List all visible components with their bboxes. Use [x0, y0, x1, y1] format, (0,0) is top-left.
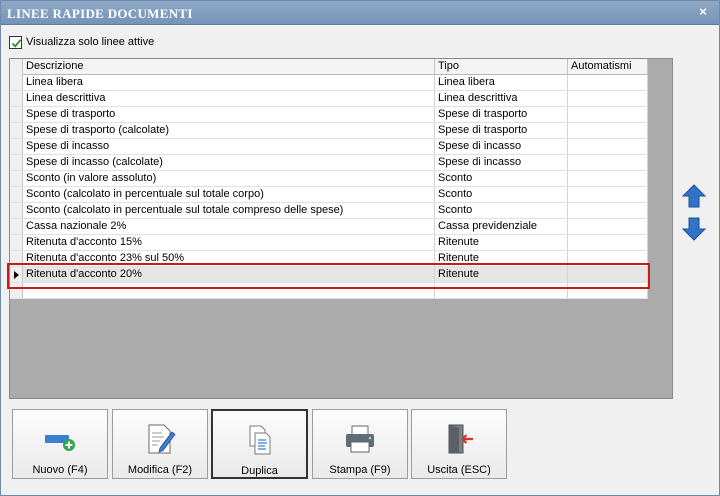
- grid-header: Descrizione Tipo Automatismi: [10, 59, 648, 75]
- active-lines-checkbox[interactable]: [9, 35, 22, 49]
- cell-tipo[interactable]: Sconto: [435, 203, 568, 218]
- print-button-label: Stampa (F9): [329, 464, 391, 476]
- window-title: LINEE RAPIDE DOCUMENTI: [7, 6, 193, 21]
- cell-automatismi[interactable]: [568, 203, 648, 218]
- row-indicator[interactable]: [10, 139, 23, 154]
- cell-tipo[interactable]: Sconto: [435, 171, 568, 186]
- active-lines-label: Visualizza solo linee attive: [26, 36, 155, 48]
- cell-automatismi[interactable]: [568, 187, 648, 202]
- move-up-button[interactable]: [681, 183, 707, 209]
- table-row[interactable]: Spese di incasso (calcolate) Spese di inc…: [10, 155, 648, 171]
- cell-descrizione[interactable]: Spese di incasso (calcolate): [23, 155, 435, 170]
- duplicate-button-label: Duplica: [241, 465, 278, 477]
- move-down-button[interactable]: [681, 216, 707, 242]
- cell-tipo[interactable]: Cassa previdenziale: [435, 219, 568, 234]
- row-indicator[interactable]: [10, 171, 23, 186]
- row-indicator[interactable]: [10, 123, 23, 138]
- new-line-icon: [45, 435, 75, 451]
- row-indicator[interactable]: [10, 187, 23, 202]
- arrow-up-icon: [681, 184, 707, 208]
- close-button[interactable]: ×: [695, 4, 711, 20]
- cell-descrizione[interactable]: Spese di incasso: [23, 139, 435, 154]
- active-lines-filter[interactable]: Visualizza solo linee attive: [9, 35, 154, 49]
- table-row[interactable]: Sconto (in valore assoluto) Sconto: [10, 171, 648, 187]
- column-header-descrizione[interactable]: Descrizione: [23, 59, 435, 75]
- selected-row-highlight: [7, 263, 650, 289]
- column-header-tipo[interactable]: Tipo: [435, 59, 568, 75]
- header-indicator: [10, 59, 23, 75]
- cell-descrizione[interactable]: Sconto (calcolato in percentuale sul tot…: [23, 203, 435, 218]
- cell-tipo[interactable]: Ritenute: [435, 235, 568, 250]
- duplicate-icon: [249, 425, 270, 455]
- cell-tipo[interactable]: Spese di trasporto: [435, 107, 568, 122]
- arrow-down-icon: [681, 217, 707, 241]
- cell-automatismi[interactable]: [568, 219, 648, 234]
- row-indicator[interactable]: [10, 203, 23, 218]
- cell-automatismi[interactable]: [568, 91, 648, 106]
- cell-descrizione[interactable]: Spese di trasporto: [23, 107, 435, 122]
- cell-descrizione[interactable]: Sconto (calcolato in percentuale sul tot…: [23, 187, 435, 202]
- table-row[interactable]: Spese di trasporto (calcolate) Spese di t…: [10, 123, 648, 139]
- duplicate-button[interactable]: Duplica: [211, 409, 308, 479]
- table-row[interactable]: Cassa nazionale 2% Cassa previdenziale: [10, 219, 648, 235]
- table-row[interactable]: Spese di incasso Spese di incasso: [10, 139, 648, 155]
- cell-descrizione[interactable]: Sconto (in valore assoluto): [23, 171, 435, 186]
- cell-descrizione[interactable]: Linea libera: [23, 75, 435, 90]
- row-indicator[interactable]: [10, 219, 23, 234]
- cell-tipo[interactable]: Spese di incasso: [435, 139, 568, 154]
- table-row[interactable]: Linea descrittiva Linea descrittiva: [10, 91, 648, 107]
- print-button[interactable]: Stampa (F9): [312, 409, 408, 479]
- edit-button[interactable]: Modifica (F2): [112, 409, 208, 479]
- title-bar[interactable]: LINEE RAPIDE DOCUMENTI ×: [1, 1, 719, 25]
- cell-descrizione[interactable]: Linea descrittiva: [23, 91, 435, 106]
- exit-icon: [448, 424, 473, 454]
- new-button[interactable]: Nuovo (F4): [12, 409, 108, 479]
- edit-button-label: Modifica (F2): [127, 464, 193, 476]
- printer-icon: [346, 425, 374, 453]
- checkmark-icon: [11, 38, 22, 48]
- cell-automatismi[interactable]: [568, 235, 648, 250]
- cell-automatismi[interactable]: [568, 155, 648, 170]
- table-row[interactable]: Sconto (calcolato in percentuale sul tot…: [10, 187, 648, 203]
- table-row[interactable]: Linea libera Linea libera: [10, 75, 648, 91]
- exit-button-label: Uscita (ESC): [427, 464, 491, 476]
- column-header-automatismi[interactable]: Automatismi: [568, 59, 648, 75]
- cell-tipo[interactable]: Linea descrittiva: [435, 91, 568, 106]
- table-row[interactable]: Ritenuta d'acconto 15% Ritenute: [10, 235, 648, 251]
- table-row[interactable]: Sconto (calcolato in percentuale sul tot…: [10, 203, 648, 219]
- table-row[interactable]: Spese di trasporto Spese di trasporto: [10, 107, 648, 123]
- cell-tipo[interactable]: Spese di incasso: [435, 155, 568, 170]
- row-indicator[interactable]: [10, 75, 23, 90]
- cell-tipo[interactable]: Spese di trasporto: [435, 123, 568, 138]
- cell-automatismi[interactable]: [568, 139, 648, 154]
- lines-grid[interactable]: Descrizione Tipo Automatismi Linea liber…: [9, 58, 673, 399]
- cell-descrizione[interactable]: Spese di trasporto (calcolate): [23, 123, 435, 138]
- exit-button[interactable]: Uscita (ESC): [411, 409, 507, 479]
- cell-descrizione[interactable]: Ritenuta d'acconto 15%: [23, 235, 435, 250]
- row-indicator[interactable]: [10, 91, 23, 106]
- dialog-window: LINEE RAPIDE DOCUMENTI × Visualizza solo…: [0, 0, 720, 496]
- edit-icon: [148, 424, 176, 454]
- cell-automatismi[interactable]: [568, 107, 648, 122]
- cell-automatismi[interactable]: [568, 75, 648, 90]
- cell-tipo[interactable]: Sconto: [435, 187, 568, 202]
- row-indicator[interactable]: [10, 155, 23, 170]
- cell-tipo[interactable]: Linea libera: [435, 75, 568, 90]
- cell-automatismi[interactable]: [568, 123, 648, 138]
- cell-descrizione[interactable]: Cassa nazionale 2%: [23, 219, 435, 234]
- new-button-label: Nuovo (F4): [32, 464, 88, 476]
- row-indicator[interactable]: [10, 107, 23, 122]
- cell-automatismi[interactable]: [568, 171, 648, 186]
- row-indicator[interactable]: [10, 235, 23, 250]
